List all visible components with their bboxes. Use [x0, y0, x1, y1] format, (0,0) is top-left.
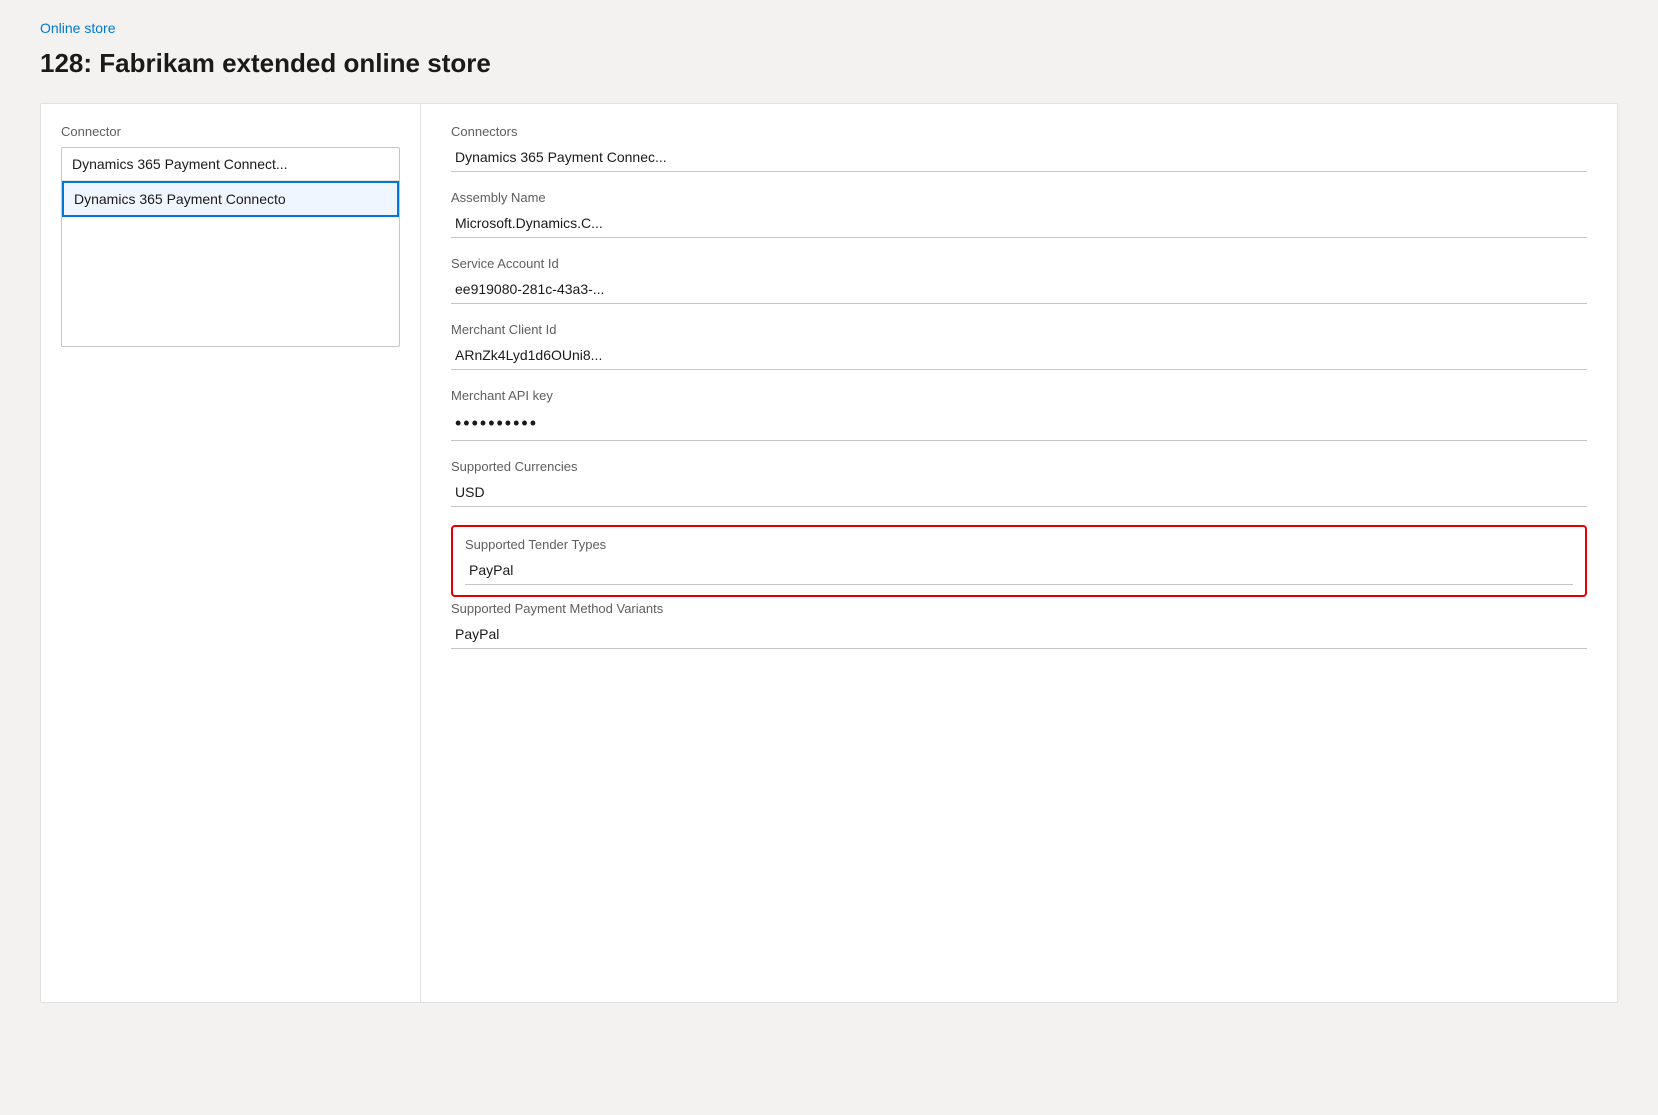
supported-currencies-label: Supported Currencies [451, 459, 1587, 474]
content-area: Connector Dynamics 365 Payment Connect..… [40, 103, 1618, 1003]
breadcrumb-link[interactable]: Online store [40, 20, 115, 36]
field-service-account-id: Service Account Id ee919080-281c-43a3-..… [451, 256, 1587, 304]
supported-payment-method-variants-label: Supported Payment Method Variants [451, 601, 1587, 616]
merchant-client-id-value: ARnZk4Lyd1d6OUni8... [451, 343, 1587, 370]
connector-list: Dynamics 365 Payment Connect... Dynamics… [61, 147, 400, 347]
service-account-id-label: Service Account Id [451, 256, 1587, 271]
connectors-value: Dynamics 365 Payment Connec... [451, 145, 1587, 172]
field-supported-currencies: Supported Currencies USD [451, 459, 1587, 507]
field-connectors: Connectors Dynamics 365 Payment Connec..… [451, 124, 1587, 172]
list-item-selected-text: Dynamics 365 Payment Connecto [74, 191, 286, 207]
field-merchant-api-key: Merchant API key •••••••••• [451, 388, 1587, 441]
page-title: 128: Fabrikam extended online store [40, 48, 1618, 79]
list-item[interactable]: Dynamics 365 Payment Connect... [62, 148, 399, 181]
supported-payment-method-variants-value: PayPal [451, 622, 1587, 649]
page-container: Online store 128: Fabrikam extended onli… [0, 0, 1658, 1115]
connectors-label: Connectors [451, 124, 1587, 139]
connector-label: Connector [61, 124, 400, 139]
left-panel: Connector Dynamics 365 Payment Connect..… [41, 104, 421, 1002]
merchant-client-id-label: Merchant Client Id [451, 322, 1587, 337]
merchant-api-key-value: •••••••••• [451, 409, 1587, 441]
field-assembly-name: Assembly Name Microsoft.Dynamics.C... [451, 190, 1587, 238]
right-panel: Connectors Dynamics 365 Payment Connec..… [421, 104, 1617, 1002]
supported-currencies-value: USD [451, 480, 1587, 507]
field-merchant-client-id: Merchant Client Id ARnZk4Lyd1d6OUni8... [451, 322, 1587, 370]
list-item-selected[interactable]: Dynamics 365 Payment Connecto [62, 181, 399, 217]
assembly-name-label: Assembly Name [451, 190, 1587, 205]
service-account-id-value: ee919080-281c-43a3-... [451, 277, 1587, 304]
list-item-text: Dynamics 365 Payment Connect... [72, 156, 288, 172]
supported-tender-types-label: Supported Tender Types [465, 537, 1573, 552]
field-supported-payment-method-variants: Supported Payment Method Variants PayPal [451, 601, 1587, 649]
assembly-name-value: Microsoft.Dynamics.C... [451, 211, 1587, 238]
merchant-api-key-label: Merchant API key [451, 388, 1587, 403]
supported-tender-types-value: PayPal [465, 558, 1573, 585]
field-supported-tender-types-highlighted: Supported Tender Types PayPal [451, 525, 1587, 597]
